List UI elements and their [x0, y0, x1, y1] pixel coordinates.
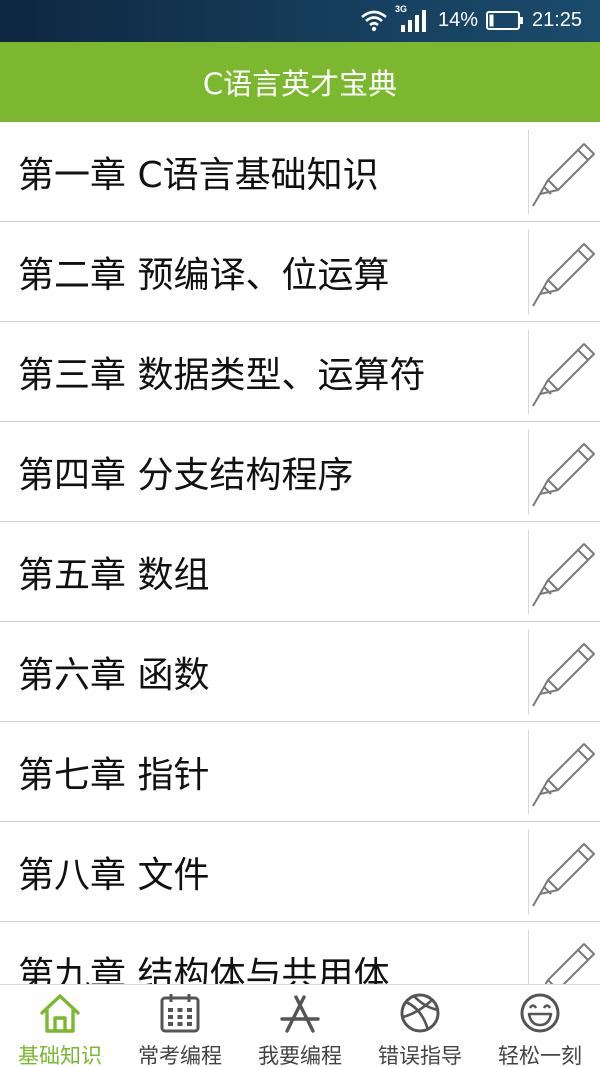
chapter-row[interactable]: 第四章 分支结构程序: [0, 422, 600, 522]
chapter-row[interactable]: 第二章 预编译、位运算: [0, 222, 600, 322]
edit-button[interactable]: [530, 832, 600, 912]
calendar-icon: [158, 991, 202, 1035]
chapter-label: 第五章 数组: [18, 555, 210, 596]
row-divider: [528, 230, 529, 314]
nav-label: 基础知识: [18, 1044, 102, 1067]
pencil-icon: [530, 543, 600, 616]
chapter-label: 第四章 分支结构程序: [18, 455, 354, 496]
nav-item-relax[interactable]: 轻松一刻: [480, 985, 600, 1067]
row-divider: [528, 430, 529, 514]
signal-icon: [401, 10, 426, 32]
battery-percent: 14%: [438, 9, 479, 31]
edit-button[interactable]: [530, 632, 600, 712]
chapter-row[interactable]: 第五章 数组: [0, 522, 600, 622]
chapter-row[interactable]: 第一章 C语言基础知识: [0, 122, 600, 222]
nav-item-error-guide[interactable]: 错误指导: [360, 985, 480, 1067]
nav-label: 错误指导: [378, 1044, 462, 1067]
nav-label: 我要编程: [258, 1044, 342, 1067]
wifi-icon: [361, 10, 387, 32]
row-divider: [528, 130, 529, 214]
app-header: C语言英才宝典: [0, 42, 600, 122]
edit-button[interactable]: [530, 232, 600, 312]
row-divider: [528, 630, 529, 714]
row-divider: [528, 330, 529, 414]
edit-button[interactable]: [530, 332, 600, 412]
nav-label: 轻松一刻: [498, 1044, 582, 1067]
pencil-icon: [530, 743, 600, 816]
edit-button[interactable]: [530, 932, 600, 984]
nav-label: 常考编程: [138, 1044, 222, 1067]
battery-icon: [486, 11, 523, 30]
chapter-list[interactable]: 第一章 C语言基础知识 第二章 预编译、位运算 第三章 数据类型、运算符 第四章…: [0, 122, 600, 984]
chapter-row[interactable]: 第六章 函数: [0, 622, 600, 722]
smiley-icon: [518, 991, 562, 1035]
pencil-icon: [530, 443, 600, 516]
chapter-row[interactable]: 第九章 结构体与共用体: [0, 922, 600, 984]
edit-button[interactable]: [530, 132, 600, 212]
chapter-row[interactable]: 第三章 数据类型、运算符: [0, 322, 600, 422]
basketball-icon: [398, 991, 442, 1035]
chapter-label: 第一章 C语言基础知识: [18, 155, 379, 196]
pencil-icon: [530, 343, 600, 416]
nav-item-programming[interactable]: 我要编程: [240, 985, 360, 1067]
chapter-label: 第八章 文件: [18, 855, 210, 896]
chapter-label: 第六章 函数: [18, 655, 210, 696]
chapter-label: 第三章 数据类型、运算符: [18, 355, 426, 396]
edit-button[interactable]: [530, 432, 600, 512]
bottom-nav: 基础知识 常考编程 我要编程 错误指导 轻松一刻: [0, 984, 600, 1067]
app-store-icon: [278, 991, 322, 1035]
pencil-icon: [530, 143, 600, 216]
chapter-row[interactable]: 第七章 指针: [0, 722, 600, 822]
pencil-icon: [530, 843, 600, 916]
row-divider: [528, 530, 529, 614]
nav-item-common-programs[interactable]: 常考编程: [120, 985, 240, 1067]
chapter-label: 第二章 预编译、位运算: [18, 255, 390, 296]
chapter-row[interactable]: 第八章 文件: [0, 822, 600, 922]
row-divider: [528, 730, 529, 814]
row-divider: [528, 830, 529, 914]
chapter-label: 第九章 结构体与共用体: [18, 955, 390, 984]
clock: 21:25: [532, 9, 583, 31]
pencil-icon: [530, 243, 600, 316]
status-bar: 3G 14% 21:25: [0, 0, 600, 42]
chapter-label: 第七章 指针: [18, 755, 210, 796]
edit-button[interactable]: [530, 732, 600, 812]
pencil-icon: [530, 643, 600, 716]
edit-button[interactable]: [530, 532, 600, 612]
app-title: C语言英才宝典: [202, 67, 398, 101]
home-icon: [38, 991, 82, 1035]
nav-item-basics[interactable]: 基础知识: [0, 985, 120, 1067]
row-divider: [528, 930, 529, 984]
